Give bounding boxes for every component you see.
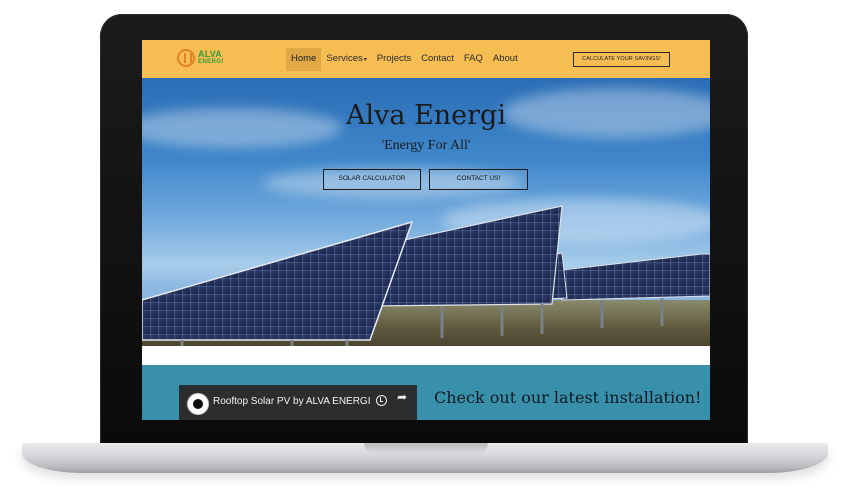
video-embed[interactable]: Rooftop Solar PV by ALVA ENERGI ➦ [179,385,417,420]
nav-item-services[interactable]: Services▾ [321,48,371,71]
hero-section: Alva Energi 'Energy For All' SOLAR CALCU… [142,78,710,346]
installation-heading: Check out our latest installation! [434,388,702,407]
logo-icon [177,49,195,67]
nav-item-projects[interactable]: Projects [372,48,416,71]
nav-services-label: Services [326,53,363,64]
hero-title: Alva Energi [346,100,506,131]
solar-calculator-button[interactable]: SOLAR CALCULATOR [323,169,421,190]
nav-about-label: About [492,53,518,64]
navbar: ALVA ENERGI Home Services▾ Projects Cont… [142,40,710,78]
channel-avatar[interactable] [187,393,209,415]
laptop-notch [364,443,488,453]
nav-item-home[interactable]: Home [286,48,322,71]
watch-later-icon[interactable] [376,395,387,406]
nav-item-about[interactable]: About [488,48,523,71]
calculate-savings-button[interactable]: CALCULATE YOUR SAVINGS! [573,52,670,67]
logo-text: ALVA ENERGI [198,50,223,66]
installation-section: Rooftop Solar PV by ALVA ENERGI ➦ Check … [142,365,710,420]
nav-item-contact[interactable]: Contact [416,48,459,71]
nav-projects-label: Projects [376,53,412,64]
nav-item-faq[interactable]: FAQ [459,48,488,71]
logo-line1: ALVA [198,49,222,59]
logo-line2: ENERGI [198,59,224,65]
nav-menu: Home Services▾ Projects Contact FAQ Abou… [286,48,523,71]
site-logo[interactable]: ALVA ENERGI [177,49,223,67]
hero-subtitle: 'Energy For All' [381,138,471,153]
caret-down-icon: ▾ [363,57,367,63]
nav-faq-label: FAQ [463,53,483,64]
nav-home-label: Home [291,53,317,64]
nav-contact-label: Contact [421,53,454,64]
website-screen: ALVA ENERGI Home Services▾ Projects Cont… [142,40,710,420]
section-divider [142,346,710,365]
share-icon[interactable]: ➦ [397,390,407,404]
contact-us-button[interactable]: CONTACT US! [429,169,528,190]
video-title[interactable]: Rooftop Solar PV by ALVA ENERGI [213,396,371,407]
